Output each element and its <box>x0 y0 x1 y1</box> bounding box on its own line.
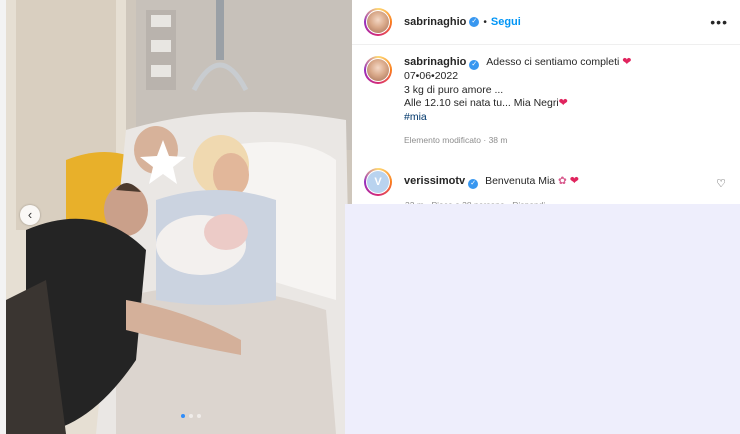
heart-icon: ❤ <box>558 97 568 109</box>
commenter-avatar[interactable]: V <box>364 168 392 196</box>
caption-text: Adesso ci sentiamo completi <box>486 56 620 68</box>
caption-line: Alle 12.10 sei nata tu... Mia Negri <box>404 97 559 109</box>
carousel-dot-2 <box>189 414 193 418</box>
caption: sabrinaghio ✓ Adesso ci sentiamo completi… <box>364 56 734 148</box>
more-options-icon[interactable]: ••• <box>710 14 728 30</box>
previous-photo-button[interactable]: ‹ <box>20 205 40 225</box>
caption-username[interactable]: sabrinaghio <box>404 56 466 68</box>
comment-body: verissimotv ✓ Benvenuta Mia ✿ ❤ <box>404 174 579 196</box>
caption-avatar[interactable] <box>364 56 392 84</box>
comment-item: V verissimotv ✓ Benvenuta Mia ✿ ❤ ♡ <box>364 168 734 196</box>
header-separator: • <box>483 16 487 28</box>
verified-badge-icon: ✓ <box>468 179 479 189</box>
photo-illustration <box>6 0 352 434</box>
comment-text: Benvenuta Mia <box>485 175 556 187</box>
post-header: sabrinaghio ✓ • Segui ••• <box>352 0 740 45</box>
author-username[interactable]: sabrinaghio <box>404 16 466 28</box>
caption-line: 3 kg di puro amore ... <box>404 83 504 96</box>
carousel-dot-1 <box>181 414 185 418</box>
post-modal: ‹ sabrinaghio ✓ • Segui ••• sabrinaghio … <box>0 0 740 434</box>
heart-icon: ❤ <box>622 56 632 68</box>
chevron-left-icon: ‹ <box>27 207 33 222</box>
follow-button[interactable]: Segui <box>491 16 521 28</box>
verified-badge-icon: ✓ <box>469 60 480 70</box>
post-photo[interactable]: ‹ <box>6 0 352 434</box>
heart-outline-icon[interactable]: ♡ <box>716 177 726 190</box>
caption-meta: Elemento modificato · 38 m <box>404 135 508 145</box>
flower-emoji-icon: ✿ <box>558 175 567 187</box>
verified-badge-icon: ✓ <box>469 17 480 27</box>
blank-overlay <box>345 204 740 434</box>
carousel-dot-3 <box>197 414 201 418</box>
caption-body: sabrinaghio ✓ Adesso ci sentiamo completi… <box>404 56 631 148</box>
hashtag-link[interactable]: #mia <box>404 111 631 125</box>
heart-icon: ❤ <box>569 175 579 187</box>
carousel-dots <box>181 414 201 418</box>
author-avatar[interactable] <box>364 8 392 36</box>
commenter-username[interactable]: verissimotv <box>404 175 465 187</box>
caption-date: 07•06•2022 <box>404 70 459 82</box>
